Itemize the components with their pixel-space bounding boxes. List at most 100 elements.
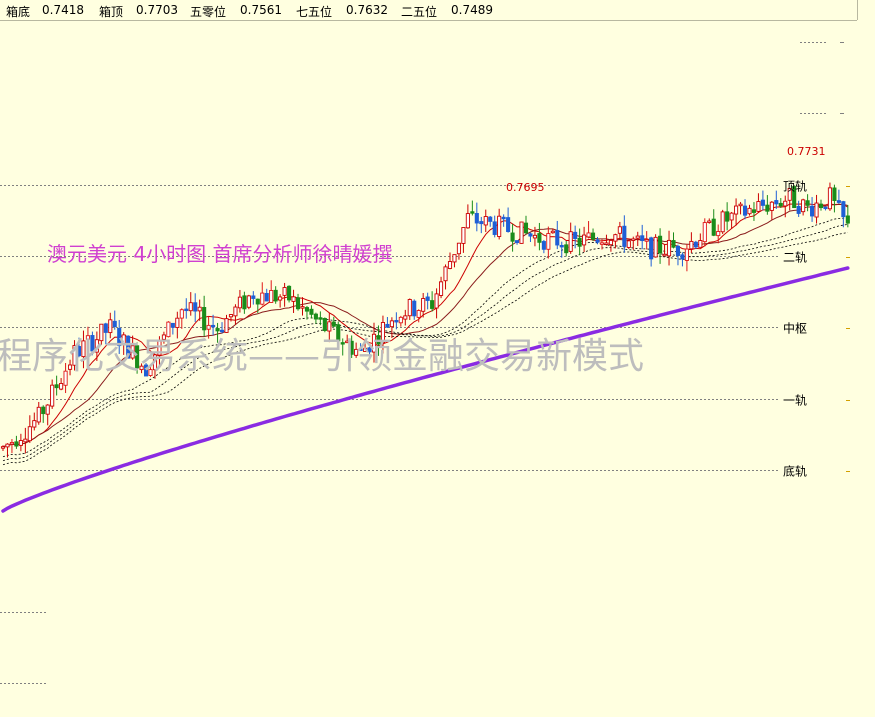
candle-body — [742, 205, 748, 216]
candle-body — [166, 321, 171, 338]
candle-body — [689, 240, 694, 250]
candle-body — [291, 296, 296, 302]
candle-body — [287, 285, 292, 301]
candle-body — [456, 242, 461, 255]
candle-body — [492, 221, 497, 235]
level-label: 中枢 — [783, 321, 807, 336]
candle-body — [385, 323, 390, 328]
candle-body — [693, 241, 698, 248]
candle-body — [211, 324, 216, 328]
candle-body — [760, 199, 765, 206]
candle-body — [179, 309, 184, 319]
price-annotation: 0.7695 — [506, 181, 545, 194]
candle-body — [327, 321, 332, 332]
candle-body — [810, 205, 815, 217]
candle-body — [175, 317, 180, 329]
level-label: 顶轨 — [783, 180, 807, 194]
candle-body — [416, 310, 421, 318]
candle-body — [836, 200, 841, 203]
candle-body — [45, 404, 50, 415]
candle-body — [313, 313, 318, 320]
candle-body — [224, 318, 229, 333]
candle-body — [483, 216, 488, 226]
candle-body — [170, 322, 175, 328]
candle-body — [774, 200, 779, 205]
candle-body — [470, 211, 475, 214]
candle-body — [282, 287, 287, 296]
candle-body — [720, 211, 725, 233]
candle-body — [497, 215, 502, 237]
candle-body — [599, 242, 605, 245]
candle-body — [568, 231, 573, 252]
candle-body — [550, 230, 555, 234]
candle-body — [9, 442, 14, 445]
candle-body — [564, 244, 569, 254]
candle-body — [756, 201, 761, 212]
candle-body — [443, 266, 448, 282]
candle-body — [644, 239, 649, 242]
candle-body — [546, 233, 551, 250]
candle-body — [389, 320, 394, 328]
candle-body — [269, 290, 274, 303]
candle-body — [510, 232, 515, 242]
candle-body — [622, 225, 627, 247]
candle-body — [801, 199, 806, 213]
candle-body — [528, 233, 533, 237]
candle-body — [278, 296, 283, 301]
candle-body — [827, 187, 832, 210]
candle-body — [331, 321, 336, 327]
candle-body — [219, 329, 225, 333]
candle-body — [188, 302, 193, 312]
candle-body — [251, 295, 256, 299]
candle-body — [635, 235, 640, 239]
candle-body — [608, 239, 613, 246]
candle-body — [465, 213, 470, 229]
candle-body — [112, 320, 117, 327]
candle-body — [523, 222, 529, 234]
candle-body — [532, 234, 537, 239]
candle-body — [832, 187, 837, 201]
level-labels: 顶轨二轨中枢一轨底轨 0.7695 0.7731 — [506, 145, 826, 479]
candle-body — [519, 221, 524, 244]
candle-body — [841, 201, 846, 218]
candle-body — [421, 298, 426, 312]
candle-body — [32, 420, 37, 428]
candle-body — [59, 382, 64, 390]
candle-body — [707, 220, 712, 223]
candle-body — [23, 438, 28, 443]
level-label: 底轨 — [783, 464, 807, 479]
candle-body — [577, 237, 582, 247]
candle-body — [506, 217, 511, 232]
candle-body — [658, 235, 663, 254]
candle-body — [573, 231, 578, 239]
candle-body — [501, 216, 506, 220]
candle-body — [729, 212, 734, 221]
candle-body — [403, 315, 408, 320]
candle-body — [322, 318, 327, 331]
candle-body — [474, 213, 479, 224]
candle-body — [452, 254, 457, 263]
candle-body — [675, 245, 681, 256]
candle-body — [555, 230, 560, 246]
candle-body — [640, 235, 645, 242]
candle-body — [818, 203, 824, 209]
candle-body — [845, 215, 850, 224]
candle-body — [300, 306, 305, 309]
candle-body — [823, 206, 828, 210]
ma-fast-line — [2, 203, 849, 448]
candle-body — [671, 240, 676, 248]
watermark: 程序化交易系统——引领金融交易新模式 — [0, 336, 644, 377]
candle-body — [479, 221, 484, 225]
candle-body — [434, 293, 439, 309]
candle-body — [41, 406, 46, 415]
candle-body — [590, 232, 596, 240]
candle-body — [273, 289, 278, 302]
candle-body — [304, 307, 310, 312]
candle-body — [698, 240, 703, 248]
candle-body — [537, 233, 542, 243]
candle-body — [193, 302, 198, 312]
candle-body — [5, 443, 10, 448]
candle-body — [425, 296, 430, 301]
candle-body — [751, 209, 757, 213]
candle-body — [260, 292, 265, 305]
